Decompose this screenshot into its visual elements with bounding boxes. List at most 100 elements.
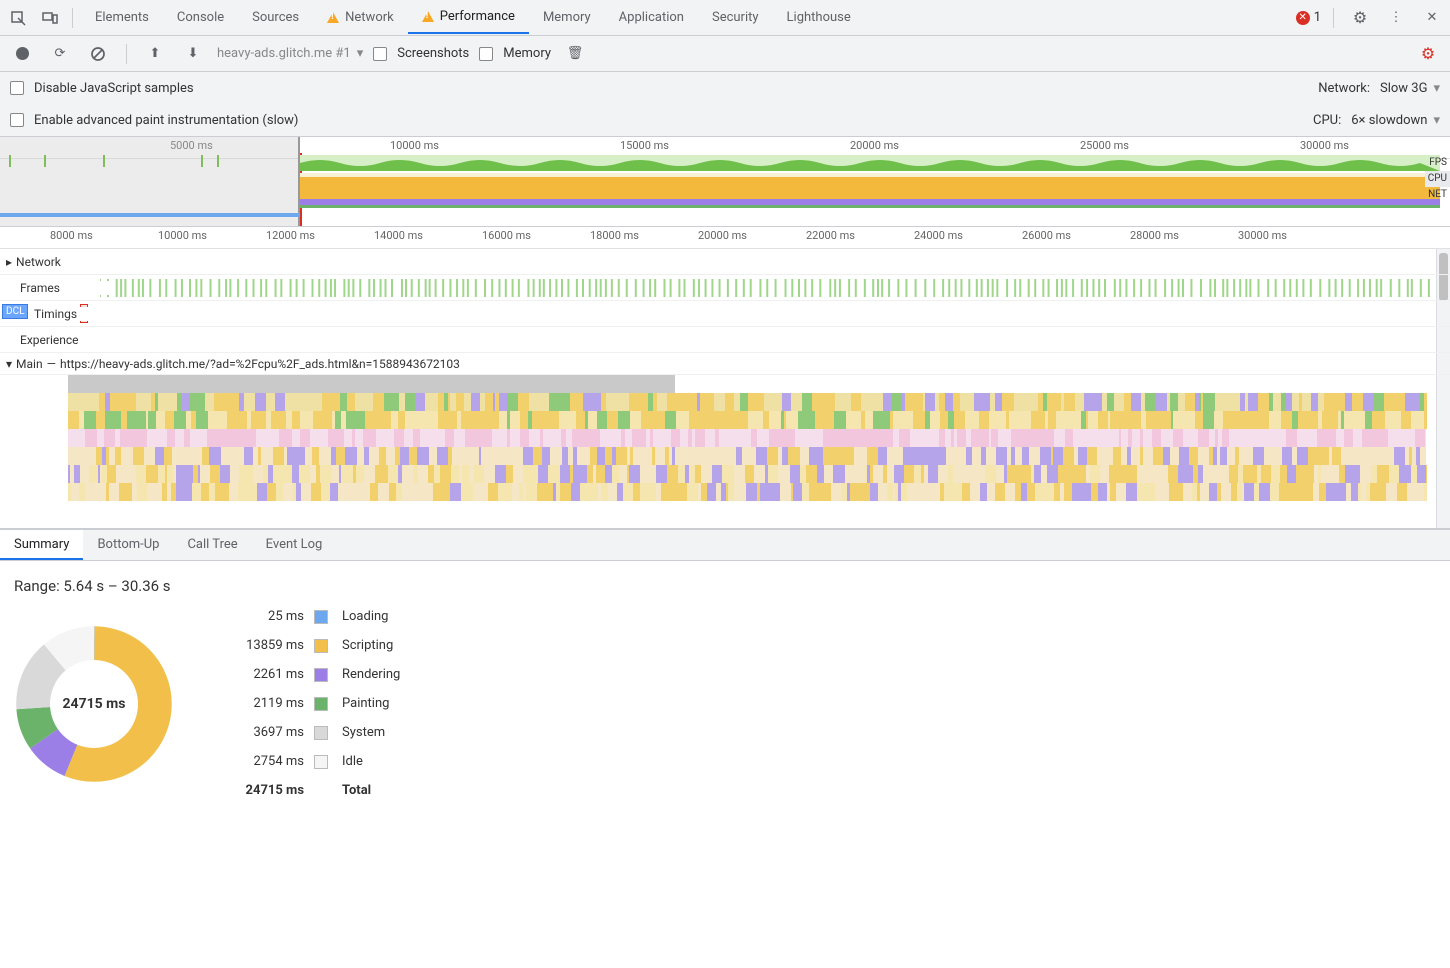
track-network[interactable]: ▸ Network [0,249,1450,275]
flamechart-tick: 22000 ms [806,229,855,242]
flamechart-tick: 10000 ms [158,229,207,242]
tab-console[interactable]: Console [163,1,238,34]
cpu-throttle-select[interactable]: 6× slowdown ▾ [1351,113,1440,128]
tab-sources[interactable]: Sources [238,1,313,34]
summary-range: Range: 5.64 s – 30.36 s [14,577,1436,595]
network-throttle-select[interactable]: Slow 3G ▾ [1380,81,1440,96]
record-button[interactable] [8,40,36,68]
flamechart-tick: 16000 ms [482,229,531,242]
enable-paint-label: Enable advanced paint instrumentation (s… [34,113,298,128]
summary-donut-chart: 24715 ms [14,624,174,784]
warning-icon [327,12,339,23]
legend-swatch [314,639,328,653]
upload-icon[interactable]: ⬆ [141,40,169,68]
track-main[interactable]: ▾ Main — https://heavy-ads.glitch.me/?ad… [0,353,1450,375]
error-counter[interactable]: ✕ 1 [1296,10,1321,25]
legend-label: Painting [342,696,482,711]
details-tab-strip: SummaryBottom-UpCall TreeEvent Log [0,529,1450,561]
memory-label: Memory [503,46,551,61]
flamechart-tick: 8000 ms [50,229,93,242]
track-experience-label: Experience [20,333,114,347]
close-icon[interactable]: ✕ [1418,4,1446,32]
tab-label: Application [619,10,684,25]
settings-icon[interactable]: ⚙ [1346,4,1374,32]
tab-lighthouse[interactable]: Lighthouse [773,1,865,34]
legend-label: Scripting [342,638,482,653]
summary-pane: Range: 5.64 s – 30.36 s 24715 ms 25 ms Lo… [0,561,1450,814]
recording-select[interactable]: heavy-ads.glitch.me #1 ▾ [217,46,363,61]
flamechart-tick: 18000 ms [590,229,639,242]
details-tab-bottom-up[interactable]: Bottom-Up [83,530,173,560]
memory-checkbox[interactable] [479,47,493,61]
chevron-down-icon: ▾ [1433,81,1440,96]
track-network-label: Network [16,255,110,269]
main-flamechart[interactable] [0,375,1450,515]
separator [1333,8,1334,28]
donut-center-total: 24715 ms [50,660,138,748]
enable-paint-checkbox[interactable] [10,113,24,127]
tab-elements[interactable]: Elements [81,1,163,34]
legend-value: 25 ms [214,609,304,624]
flamechart-ruler[interactable]: 8000 ms10000 ms12000 ms14000 ms16000 ms1… [0,227,1450,249]
track-experience[interactable]: Experience [0,327,1450,353]
performance-toolbar: ⟳ ⬆ ⬇ heavy-ads.glitch.me #1 ▾ Screensho… [0,36,1450,72]
network-throttle-value: Slow 3G [1380,81,1427,96]
capture-settings-icon[interactable]: ⚙ [1414,40,1442,68]
collapse-arrow-icon[interactable]: ▾ [6,357,12,371]
details-tab-event-log[interactable]: Event Log [252,530,337,560]
tab-label: Security [712,10,759,25]
legend-total-value: 24715 ms [214,783,304,798]
tab-network[interactable]: Network [313,1,408,34]
tab-label: Elements [95,10,149,25]
flamechart-tick: 14000 ms [374,229,423,242]
capture-settings-panel: Disable JavaScript samples Network: Slow… [0,72,1450,137]
legend-value: 2754 ms [214,754,304,769]
track-timings[interactable]: DCL Timings [0,301,1450,327]
chevron-down-icon: ▾ [357,46,364,61]
clear-button[interactable] [84,40,112,68]
details-tab-summary[interactable]: Summary [0,530,83,560]
tab-label: Sources [252,10,299,25]
tab-performance[interactable]: Performance [408,1,529,34]
legend-value: 13859 ms [214,638,304,653]
separator [126,44,127,64]
legend-value: 2261 ms [214,667,304,682]
download-icon[interactable]: ⬇ [179,40,207,68]
timeline-overview[interactable]: 5000 ms10000 ms15000 ms20000 ms25000 ms3… [0,137,1450,227]
legend-total-label: Total [342,783,482,798]
network-throttle-label: Network: [1318,81,1370,96]
flamechart-tick: 30000 ms [1238,229,1287,242]
expand-arrow-icon[interactable]: ▸ [6,255,12,269]
tab-memory[interactable]: Memory [529,1,605,34]
legend-swatch [314,755,328,769]
flamechart-tick: 20000 ms [698,229,747,242]
summary-legend: 25 ms Loading 13859 ms Scripting 2261 ms Rend… [214,609,482,798]
dcl-badge: DCL [2,304,28,319]
disable-js-checkbox[interactable] [10,81,24,95]
overview-tick: 30000 ms [1300,139,1349,152]
delete-icon[interactable]: 🗑 [561,40,589,68]
track-frames-label: Frames [20,281,114,295]
tab-security[interactable]: Security [698,1,773,34]
flamechart-tick: 26000 ms [1022,229,1071,242]
overview-tick: 15000 ms [620,139,669,152]
tab-label: Performance [440,9,515,24]
legend-swatch [314,726,328,740]
warning-icon [422,11,434,22]
legend-label: Loading [342,609,482,624]
screenshots-checkbox[interactable] [373,47,387,61]
flamechart-tick: 24000 ms [914,229,963,242]
reload-record-button[interactable]: ⟳ [46,40,74,68]
track-timings-label: Timings [34,307,128,321]
device-toggle-icon[interactable] [36,4,64,32]
flamechart-tick: 28000 ms [1130,229,1179,242]
inspect-icon[interactable] [4,4,32,32]
flamechart-tracks[interactable]: ▸ Network Frames DCL Timings Experience … [0,249,1450,529]
track-frames[interactable]: Frames [0,275,1450,301]
cpu-throttle-label: CPU: [1313,113,1341,128]
track-main-label: Main [16,357,43,371]
details-tab-call-tree[interactable]: Call Tree [173,530,251,560]
legend-label: Rendering [342,667,482,682]
kebab-menu-icon[interactable]: ⋮ [1382,4,1410,32]
tab-application[interactable]: Application [605,1,698,34]
